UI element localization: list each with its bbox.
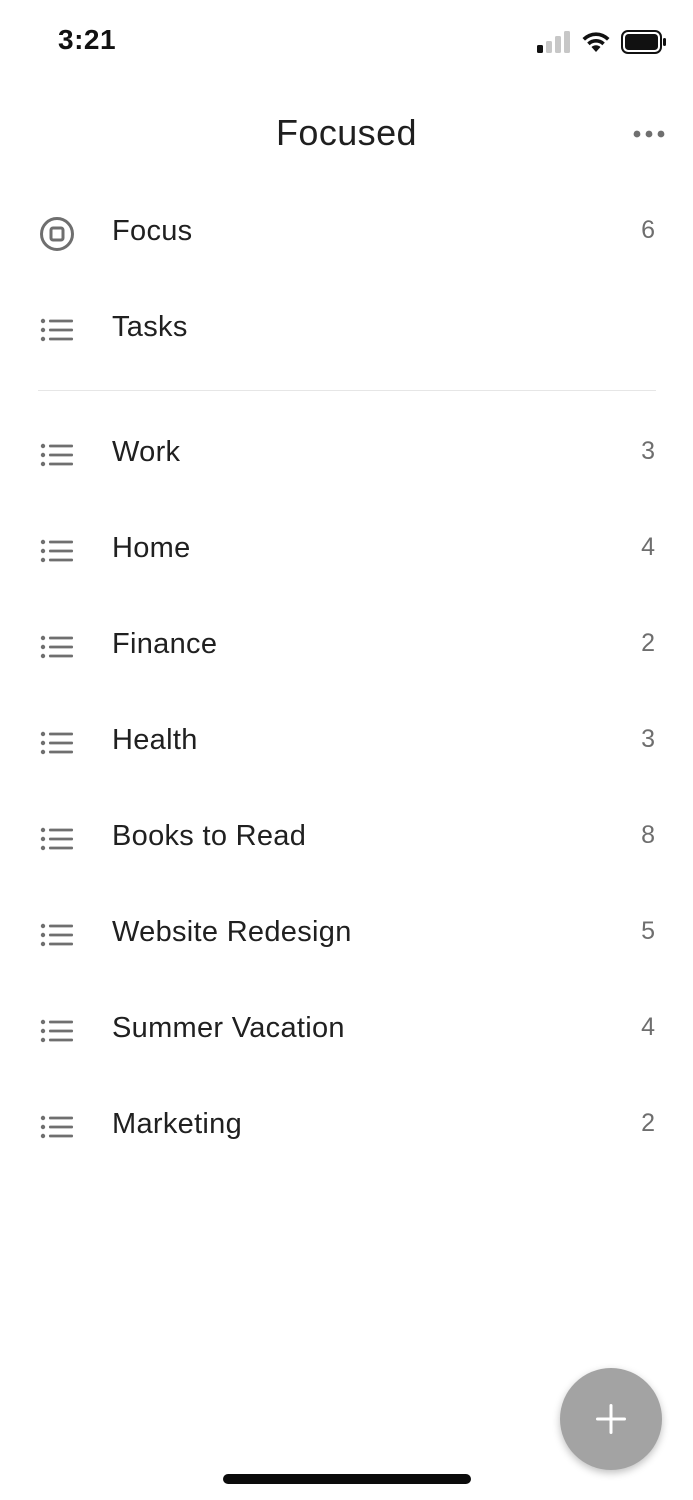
list-item-label: Health [112, 724, 198, 756]
list-item-count: 4 [641, 533, 655, 561]
add-list-button[interactable] [560, 1368, 662, 1470]
list-item-count: 2 [641, 629, 655, 657]
list-icon [38, 916, 76, 954]
list-item-label: Tasks [112, 311, 188, 343]
page-title: Focused [276, 112, 417, 153]
more-horizontal-icon [633, 130, 665, 138]
list-item-finance[interactable]: Finance 2 [0, 598, 693, 694]
list-item-home[interactable]: Home 4 [0, 502, 693, 598]
battery-icon [621, 30, 667, 59]
list-item-count: 8 [641, 821, 655, 849]
list-item-tasks[interactable]: Tasks [0, 281, 693, 377]
more-options-button[interactable] [627, 116, 671, 152]
divider [38, 390, 656, 391]
list-item-label: Summer Vacation [112, 1012, 345, 1044]
list-item-label: Website Redesign [112, 916, 352, 948]
list-icon [38, 436, 76, 474]
list-item-count: 2 [641, 1109, 655, 1137]
status-icons [537, 30, 667, 59]
plus-icon [596, 1404, 626, 1434]
list-item-books-to-read[interactable]: Books to Read 8 [0, 790, 693, 886]
list-item-summer-vacation[interactable]: Summer Vacation 4 [0, 982, 693, 1078]
list-icon [38, 820, 76, 858]
list-item-label: Home [112, 532, 191, 564]
list-item-label: Books to Read [112, 820, 307, 852]
list-item-focus[interactable]: Focus 6 [0, 185, 693, 281]
focus-target-icon [38, 215, 76, 253]
list-item-marketing[interactable]: Marketing 2 [0, 1078, 693, 1174]
list-icon [38, 1108, 76, 1146]
list-item-website-redesign[interactable]: Website Redesign 5 [0, 886, 693, 982]
list-item-label: Marketing [112, 1108, 243, 1140]
list-item-label: Work [112, 436, 181, 468]
list-item-label: Focus [112, 215, 193, 247]
list-item-count: 3 [641, 725, 655, 753]
list-item-label: Finance [112, 628, 218, 660]
home-indicator[interactable] [223, 1474, 471, 1484]
list-icon [38, 311, 76, 349]
header: Focused [0, 96, 693, 172]
cellular-signal-icon [537, 31, 571, 58]
list-item-count: 4 [641, 1013, 655, 1041]
status-bar: 3:21 [0, 0, 693, 86]
list-item-health[interactable]: Health 3 [0, 694, 693, 790]
list-item-work[interactable]: Work 3 [0, 406, 693, 502]
wifi-icon [581, 31, 611, 58]
list-item-count: 6 [641, 216, 655, 244]
list-icon [38, 724, 76, 762]
list-icon [38, 1012, 76, 1050]
list-icon [38, 532, 76, 570]
list-icon [38, 628, 76, 666]
list-item-count: 5 [641, 917, 655, 945]
list-item-count: 3 [641, 437, 655, 465]
status-time: 3:21 [58, 24, 117, 55]
